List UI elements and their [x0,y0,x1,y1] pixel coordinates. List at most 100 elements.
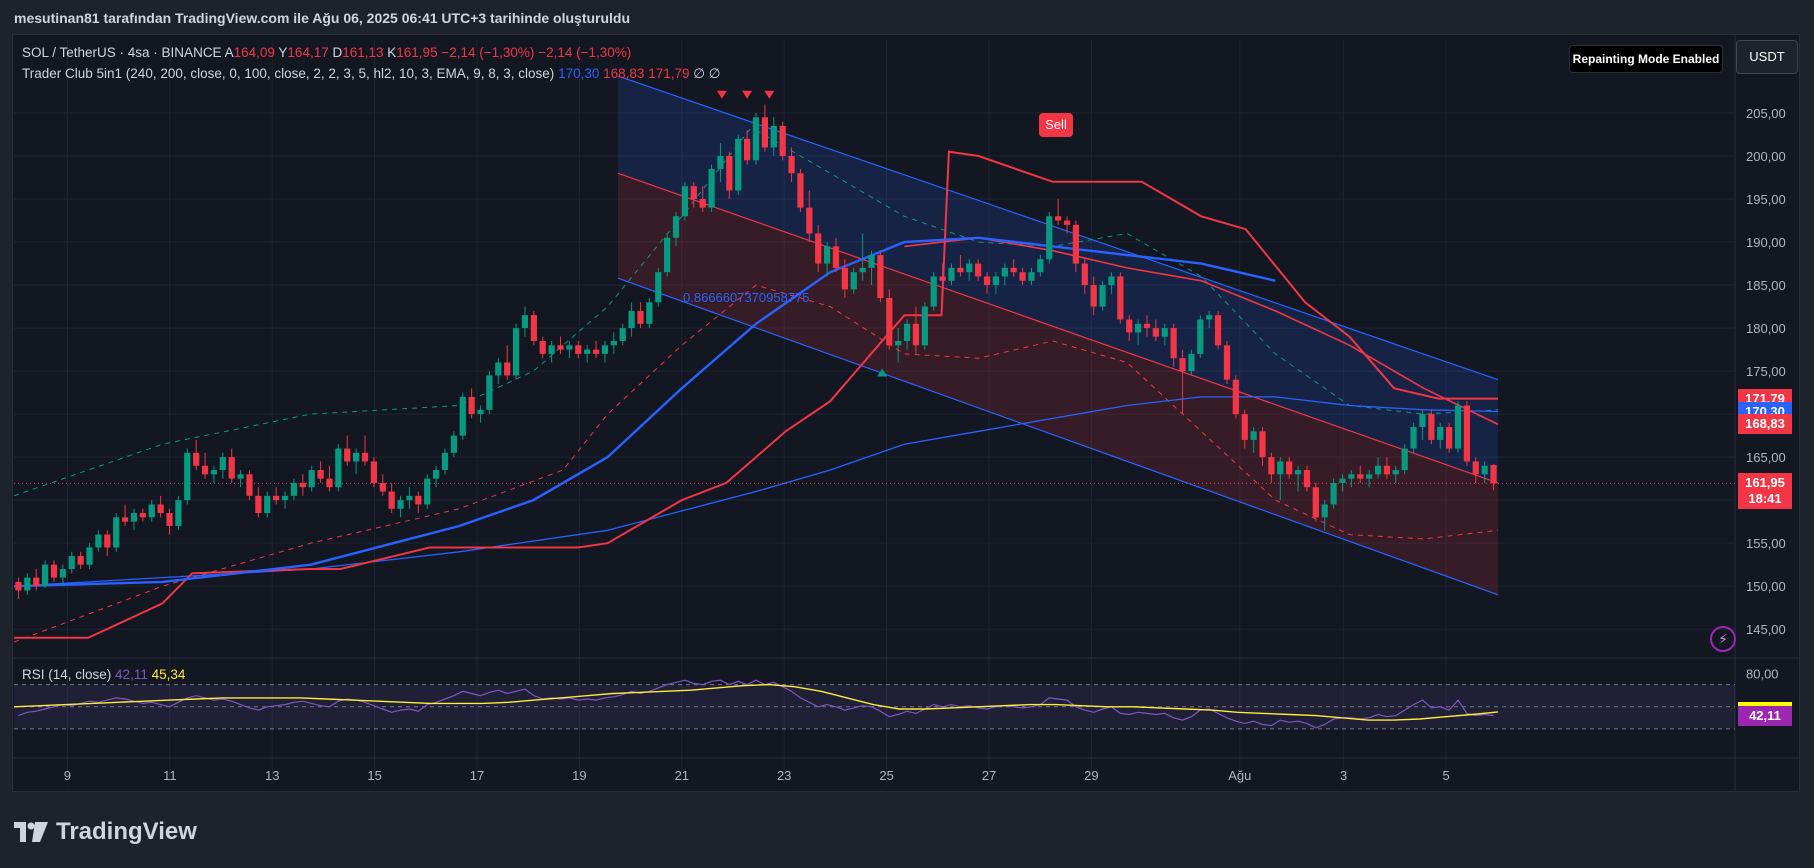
candle-body [832,246,840,268]
candle-body [415,495,422,505]
candle-body [388,491,395,509]
repainting-mode-badge: Repainting Mode Enabled [1569,45,1723,73]
ohlc-values: A164,09 Y164,17 D161,13 K161,95 [225,45,438,60]
candle-body [1410,427,1417,449]
candle-body [308,470,315,488]
candle-body [1090,285,1097,307]
candle-body [592,349,600,354]
y-tick-label: 205,00 [1746,106,1786,121]
candle-body [566,345,573,350]
candle-body [1303,470,1311,488]
candle-body [930,276,937,307]
candle-body [735,138,742,191]
candle-body [1161,328,1168,337]
candle-body [1277,461,1284,475]
candle-body [637,310,644,324]
candle-body [41,564,49,587]
candle-body [610,340,617,346]
candle-body [744,138,751,161]
lightning-icon[interactable]: ⚡ [1710,626,1736,652]
x-tick-label: Ağu [1228,768,1251,783]
rsi-legend: RSI (14, close) 42,11 45,34 [22,667,185,682]
y-tick-label: 150,00 [1746,579,1786,594]
candle-body [113,517,120,548]
candle-body [1010,267,1017,273]
candle-body [299,482,306,488]
candle-body [1286,461,1293,475]
candle-body [797,173,804,208]
candle-body [1046,216,1053,260]
candle-body [432,470,440,479]
rsi-value: 42,11 [115,667,148,682]
candle-body [1321,504,1328,518]
indicator-legend: Trader Club 5in1 (240, 200, close, 0, 10… [22,66,721,82]
x-tick-label: 23 [777,768,791,783]
candle-body [1392,470,1399,475]
candle-body [201,465,209,475]
currency-button[interactable]: USDT [1736,40,1798,74]
y-tick-label: 185,00 [1746,278,1786,293]
candle-body [548,345,555,354]
candle-body [1374,465,1382,475]
candle-body [130,513,138,522]
candle-body [344,448,351,462]
candle-body [983,276,991,286]
candle-body [1134,323,1142,333]
candle-body [1294,470,1302,475]
candle-body [886,297,893,346]
candle-body [557,345,564,350]
candle-body [104,534,111,548]
candle-body [1339,478,1346,483]
candle-body [1072,224,1080,264]
candle-body [1268,457,1275,475]
candle-body [895,340,902,346]
candle-body [903,323,911,341]
candle-body [1117,276,1124,320]
candle-body [139,513,146,518]
candle-body [1401,448,1408,471]
candle-body [1437,427,1444,440]
candle-body [1366,474,1373,479]
x-tick-label: 3 [1340,768,1347,783]
ohlc-value-Y: 164,17 [287,45,329,60]
x-tick-label: 25 [879,768,893,783]
candle-body [1055,216,1062,221]
candle-body [699,199,706,208]
ohlc-value-A: 164,09 [233,45,275,60]
candle-body [379,482,386,492]
candle-body [24,577,31,591]
candle-body [752,117,760,161]
fib-value-label: 0.8666607370958775 [683,290,810,305]
candle-body [628,310,635,329]
tradingview-logo[interactable]: TradingView [14,818,197,846]
candle-body [1312,487,1319,518]
candle-body [948,267,955,281]
x-tick-label: 11 [163,768,177,783]
rsi-name: RSI (14, close) [22,667,112,682]
candle-body [1330,482,1337,505]
candle-body [1446,427,1453,449]
candle-body [326,478,333,488]
candle-body [521,315,529,329]
candle-body [486,375,493,410]
candle-body [859,267,866,273]
ohlc-value-D: 161,13 [342,45,384,60]
candle-body [717,156,724,169]
sell-arrow-icon [764,90,775,99]
symbol-legend: SOL / TetherUS · 4sa · BINANCE A164,09 Y… [22,45,631,60]
price-chart[interactable]: 205,00 200,00 195,00 190,00 185,00 180,00 175,… [0,0,1814,868]
candle-body [121,517,129,522]
candle-body [68,556,75,569]
ohlc-value-K: 161,95 [396,45,438,60]
candle-body [1250,431,1257,440]
candle-body [877,254,884,298]
candle-body [1019,272,1026,281]
candle-body [95,534,102,548]
indicator-value-1: 170,30 [558,66,600,81]
candle-body [1383,465,1391,475]
candle-body [957,267,964,273]
candle-body [1241,414,1248,440]
candle-body [1152,328,1159,337]
indicator-value-2: 168,83 [603,66,645,81]
price-change-percent: −2,14 (−1,30%) [538,45,632,60]
